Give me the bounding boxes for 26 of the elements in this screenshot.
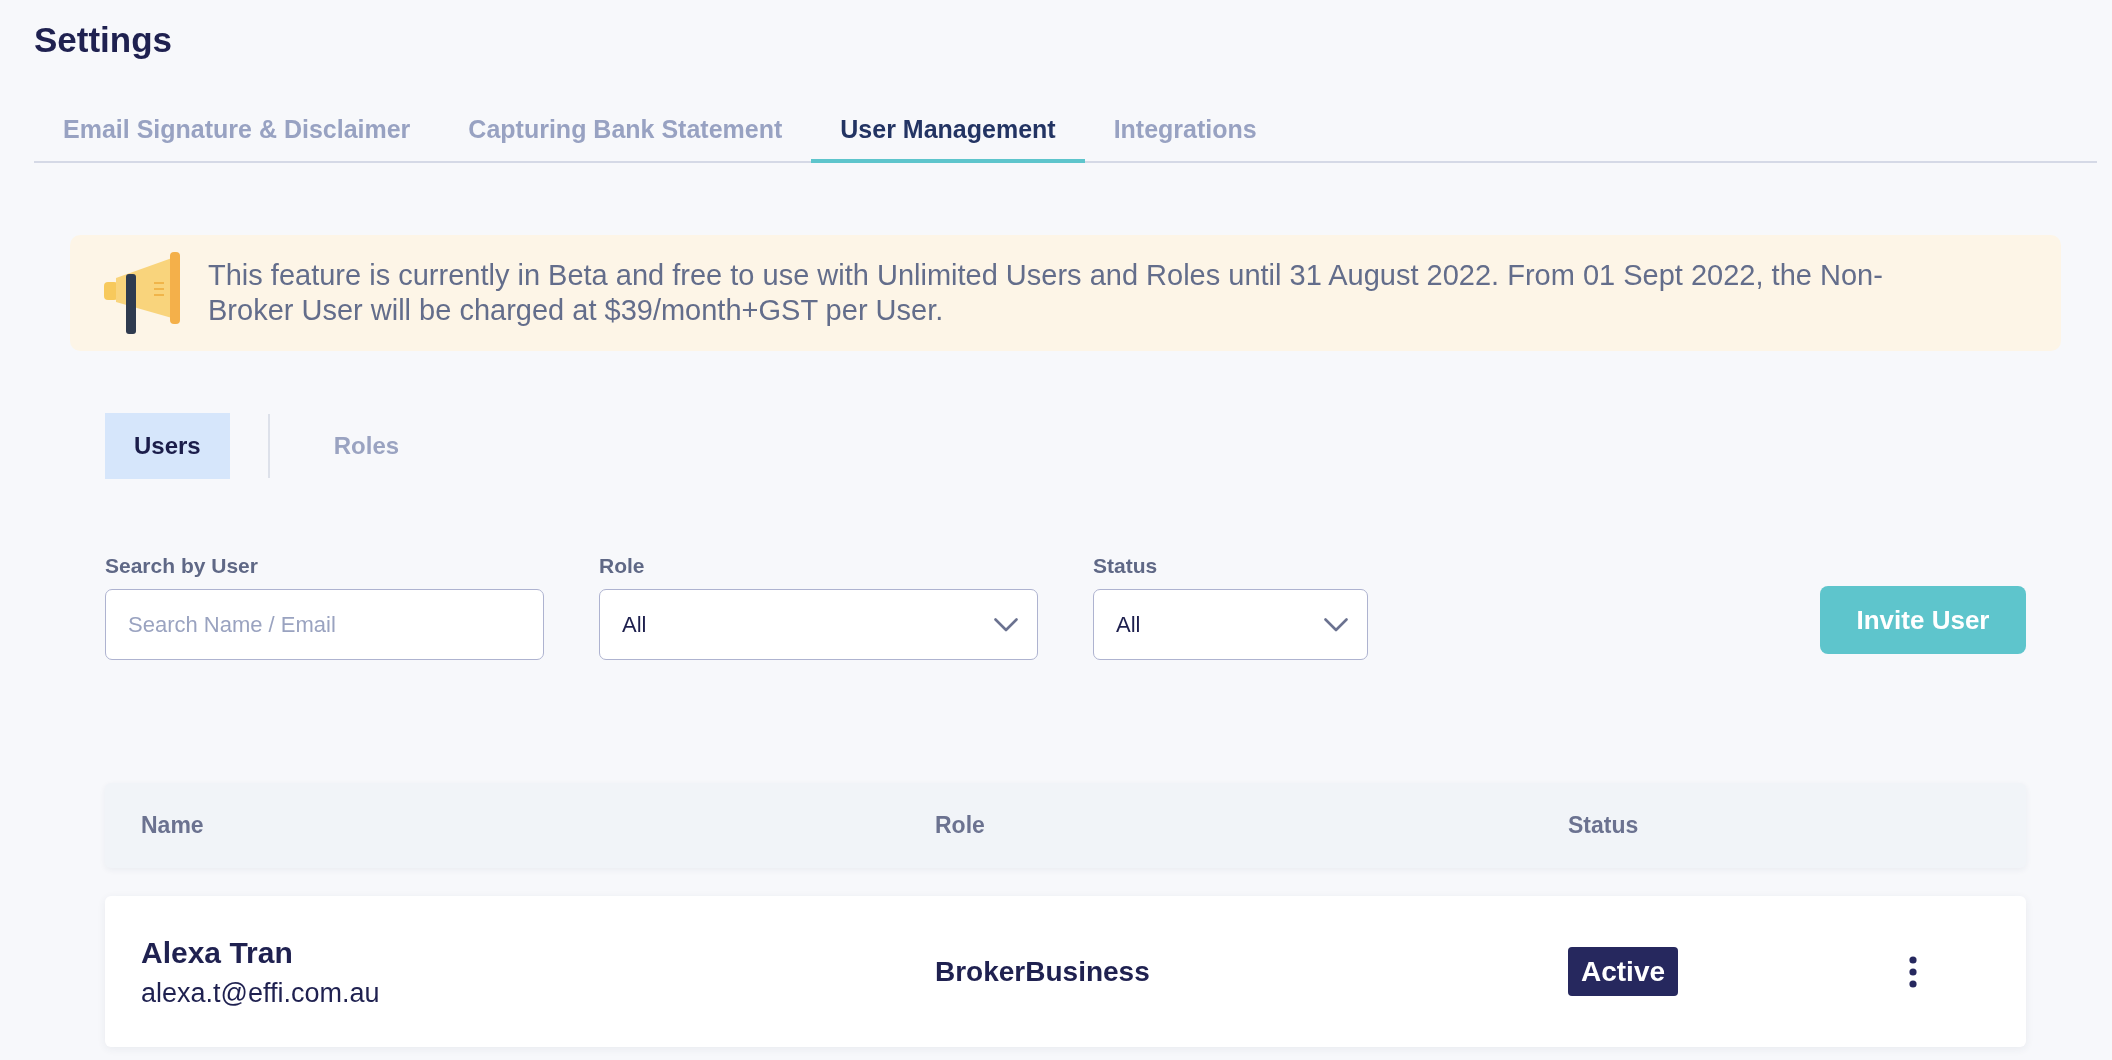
role-text: BrokerBusiness xyxy=(935,954,1150,989)
column-header: Name xyxy=(141,811,204,841)
column-header: Role xyxy=(935,811,985,841)
sub-tab[interactable]: Users xyxy=(105,413,230,479)
chevron-down-icon xyxy=(1324,617,1348,632)
user-name: Alexa Tran xyxy=(141,934,293,971)
sub-tab[interactable]: Roles xyxy=(304,413,429,479)
status-badge: Active xyxy=(1568,947,1679,996)
notice-text: This feature is currently in Beta and free to use with Unlimited Users and Roles until 31 August 2022. From 01 Sept 2022, the Non- Broker User will be charged at $39/month+GST per User. xyxy=(208,258,1883,328)
field-label: Search by User xyxy=(105,553,259,579)
dropdown-select[interactable]: All xyxy=(1093,589,1368,660)
search-field[interactable]: Search Name / Email xyxy=(105,589,544,660)
page-title: Settings xyxy=(34,20,173,60)
invite-user-button[interactable]: Invite User xyxy=(1820,586,2026,654)
dropdown-select[interactable]: All xyxy=(599,589,1038,660)
column-header: Status xyxy=(1568,811,1639,841)
user-email: alexa.t@effi.com.au xyxy=(141,976,380,1009)
chevron-down-icon xyxy=(994,617,1018,632)
settings-tab[interactable]: Capturing Bank Statement xyxy=(439,114,812,163)
field-label: Role xyxy=(599,553,646,579)
settings-tab[interactable]: Email Signature & Disclaimer xyxy=(34,114,440,163)
kebab-icon xyxy=(1909,955,1917,988)
settings-tab[interactable]: User Management xyxy=(811,114,1085,163)
megaphone-icon xyxy=(104,252,182,334)
settings-tab[interactable]: Integrations xyxy=(1084,114,1286,163)
field-label: Status xyxy=(1093,553,1159,579)
